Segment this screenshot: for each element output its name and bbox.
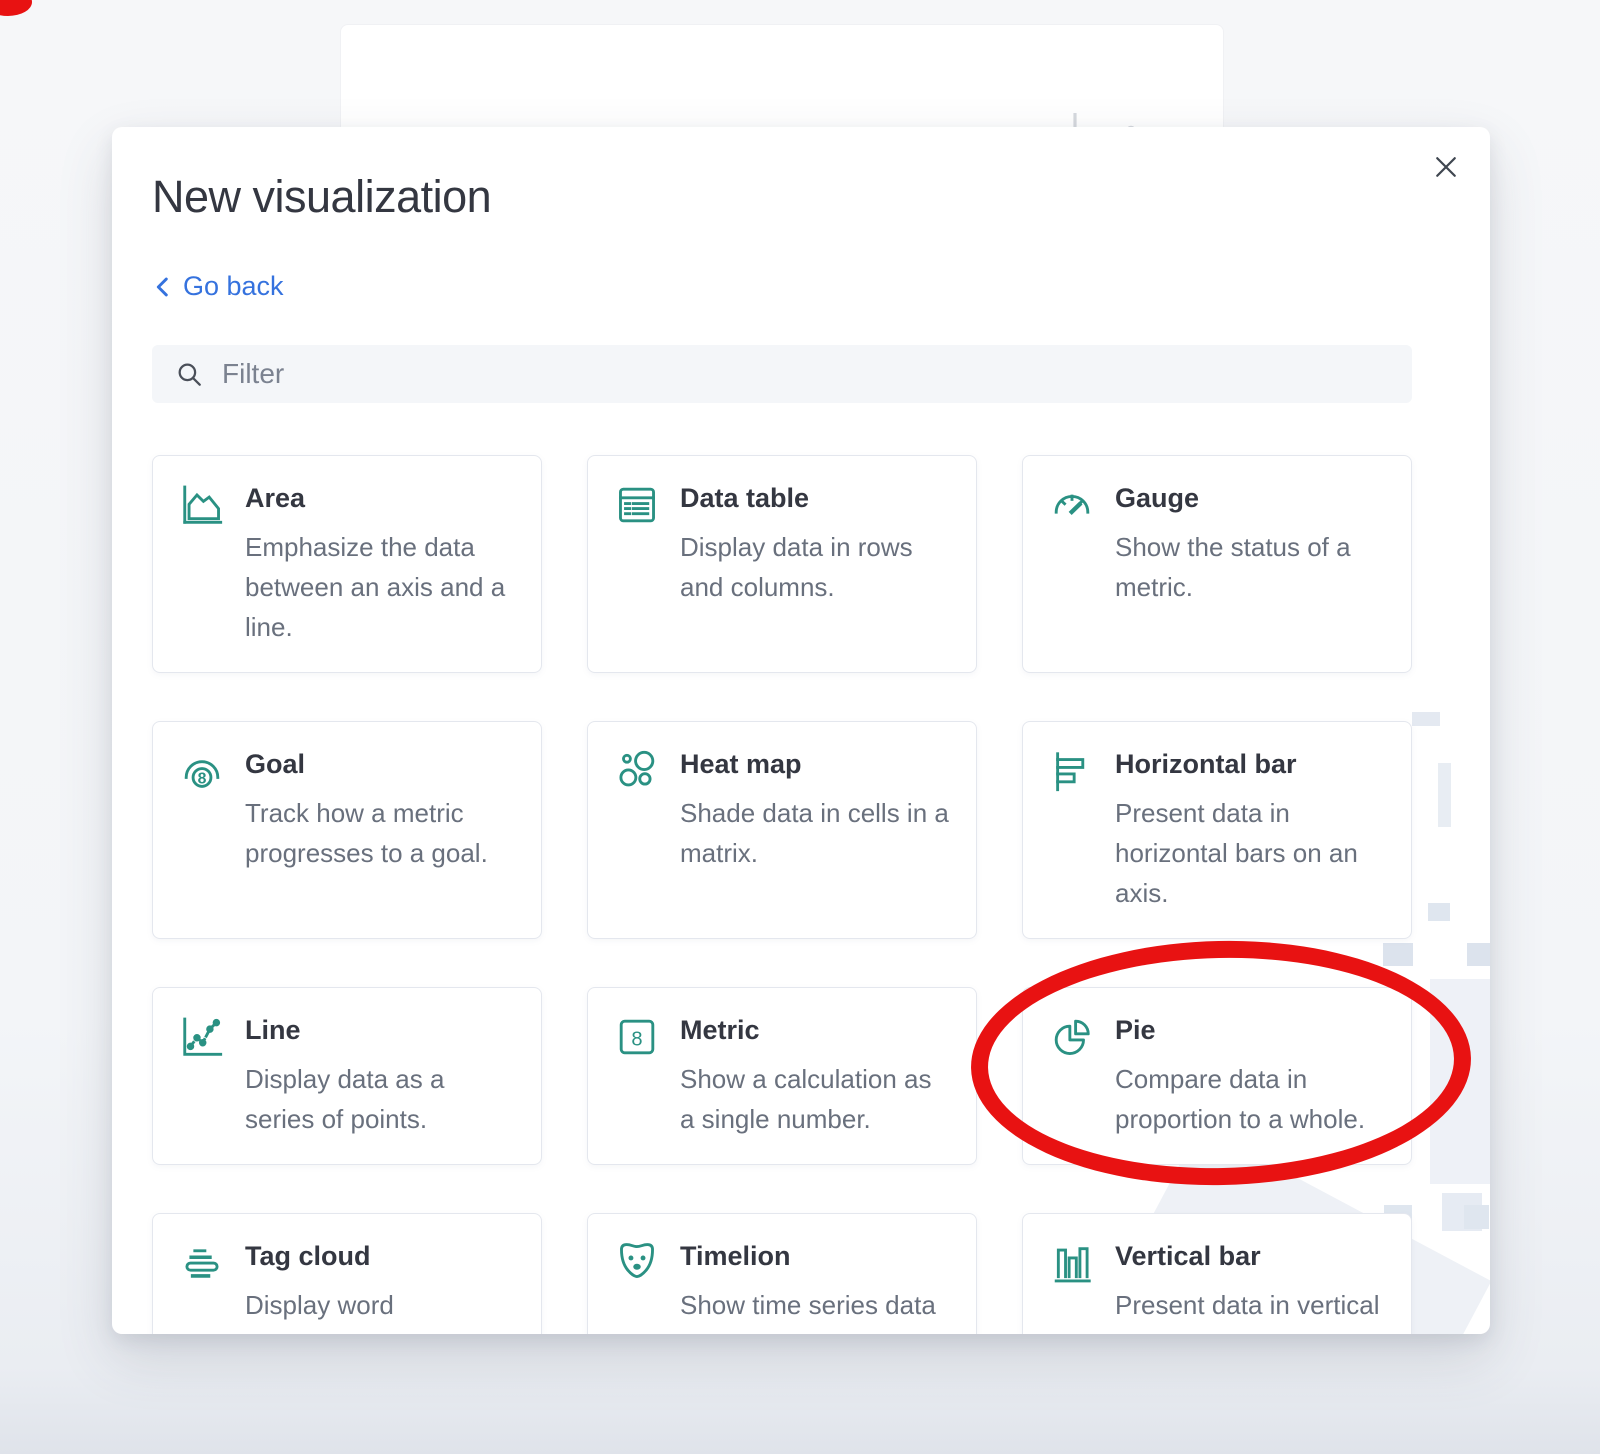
card-title: Gauge	[1115, 483, 1385, 514]
viz-card-line[interactable]: Line Display data as a series of points.	[152, 987, 542, 1165]
timelion-icon	[614, 1240, 660, 1286]
card-description: Show a calculation as a single number.	[680, 1059, 950, 1139]
gauge-icon	[1049, 482, 1095, 528]
new-visualization-modal: New visualization Go back	[112, 127, 1490, 1334]
viz-card-gauge[interactable]: Gauge Show the status of a metric.	[1022, 455, 1412, 673]
card-description: Shade data in cells in a matrix.	[680, 793, 950, 873]
card-description: Show the status of a metric.	[1115, 527, 1385, 607]
svg-text:8: 8	[198, 770, 207, 787]
card-title: Horizontal bar	[1115, 749, 1385, 780]
viz-card-area[interactable]: Area Emphasize the data between an axis …	[152, 455, 542, 673]
card-description: Emphasize the data between an axis and a…	[245, 527, 515, 647]
goal-icon: 8	[179, 748, 225, 794]
viz-card-horizontal-bar[interactable]: Horizontal bar Present data in horizonta…	[1022, 721, 1412, 939]
filter-search-box	[152, 345, 1412, 403]
card-title: Line	[245, 1015, 515, 1046]
filter-input[interactable]	[222, 358, 1390, 390]
go-back-label: Go back	[183, 271, 284, 302]
card-description: Present data in horizontal bars on an ax…	[1115, 793, 1385, 913]
go-back-link[interactable]: Go back	[152, 271, 284, 302]
card-description: Show time series data on a graph.	[680, 1285, 950, 1335]
modal-body: New visualization Go back	[112, 127, 1490, 1334]
viz-card-data-table[interactable]: Data table Display data in rows and colu…	[587, 455, 977, 673]
card-title: Tag cloud	[245, 1241, 515, 1272]
viz-card-timelion[interactable]: Timelion Show time series data on a grap…	[587, 1213, 977, 1335]
page-title: New visualization	[152, 171, 1490, 223]
card-title: Heat map	[680, 749, 950, 780]
card-title: Pie	[1115, 1015, 1385, 1046]
card-title: Vertical bar	[1115, 1241, 1385, 1272]
card-description: Display word frequency with font size.	[245, 1285, 515, 1335]
card-description: Track how a metric progresses to a goal.	[245, 793, 515, 873]
horizontal-bar-icon	[1049, 748, 1095, 794]
card-title: Goal	[245, 749, 515, 780]
viz-card-heat-map[interactable]: Heat map Shade data in cells in a matrix…	[587, 721, 977, 939]
card-description: Display data as a series of points.	[245, 1059, 515, 1139]
viz-card-vertical-bar[interactable]: Vertical bar Present data in vertical ba…	[1022, 1213, 1412, 1335]
pie-chart-icon	[1049, 1014, 1095, 1060]
line-chart-icon	[179, 1014, 225, 1060]
chevron-left-icon	[152, 276, 172, 298]
viz-card-metric[interactable]: 8 Metric Show a calculation as a single …	[587, 987, 977, 1165]
heat-map-icon	[614, 748, 660, 794]
svg-text:8: 8	[631, 1028, 642, 1050]
card-grid: Area Emphasize the data between an axis …	[152, 455, 1412, 1335]
card-title: Data table	[680, 483, 950, 514]
screen: New visualization Go back	[0, 0, 1600, 1454]
metric-icon: 8	[614, 1014, 660, 1060]
search-icon	[174, 359, 204, 389]
tag-cloud-icon	[179, 1240, 225, 1286]
card-title: Area	[245, 483, 515, 514]
viz-card-pie[interactable]: Pie Compare data in proportion to a whol…	[1022, 987, 1412, 1165]
card-description: Present data in vertical bars on an axis…	[1115, 1285, 1385, 1335]
card-title: Metric	[680, 1015, 950, 1046]
data-table-icon	[614, 482, 660, 528]
card-description: Compare data in proportion to a whole.	[1115, 1059, 1385, 1139]
card-description: Display data in rows and columns.	[680, 527, 950, 607]
area-chart-icon	[179, 482, 225, 528]
vertical-bar-icon	[1049, 1240, 1095, 1286]
viz-card-goal[interactable]: 8 Goal Track how a metric progresses to …	[152, 721, 542, 939]
viz-card-tag-cloud[interactable]: Tag cloud Display word frequency with fo…	[152, 1213, 542, 1335]
red-corner-artifact	[0, 0, 32, 16]
card-title: Timelion	[680, 1241, 950, 1272]
